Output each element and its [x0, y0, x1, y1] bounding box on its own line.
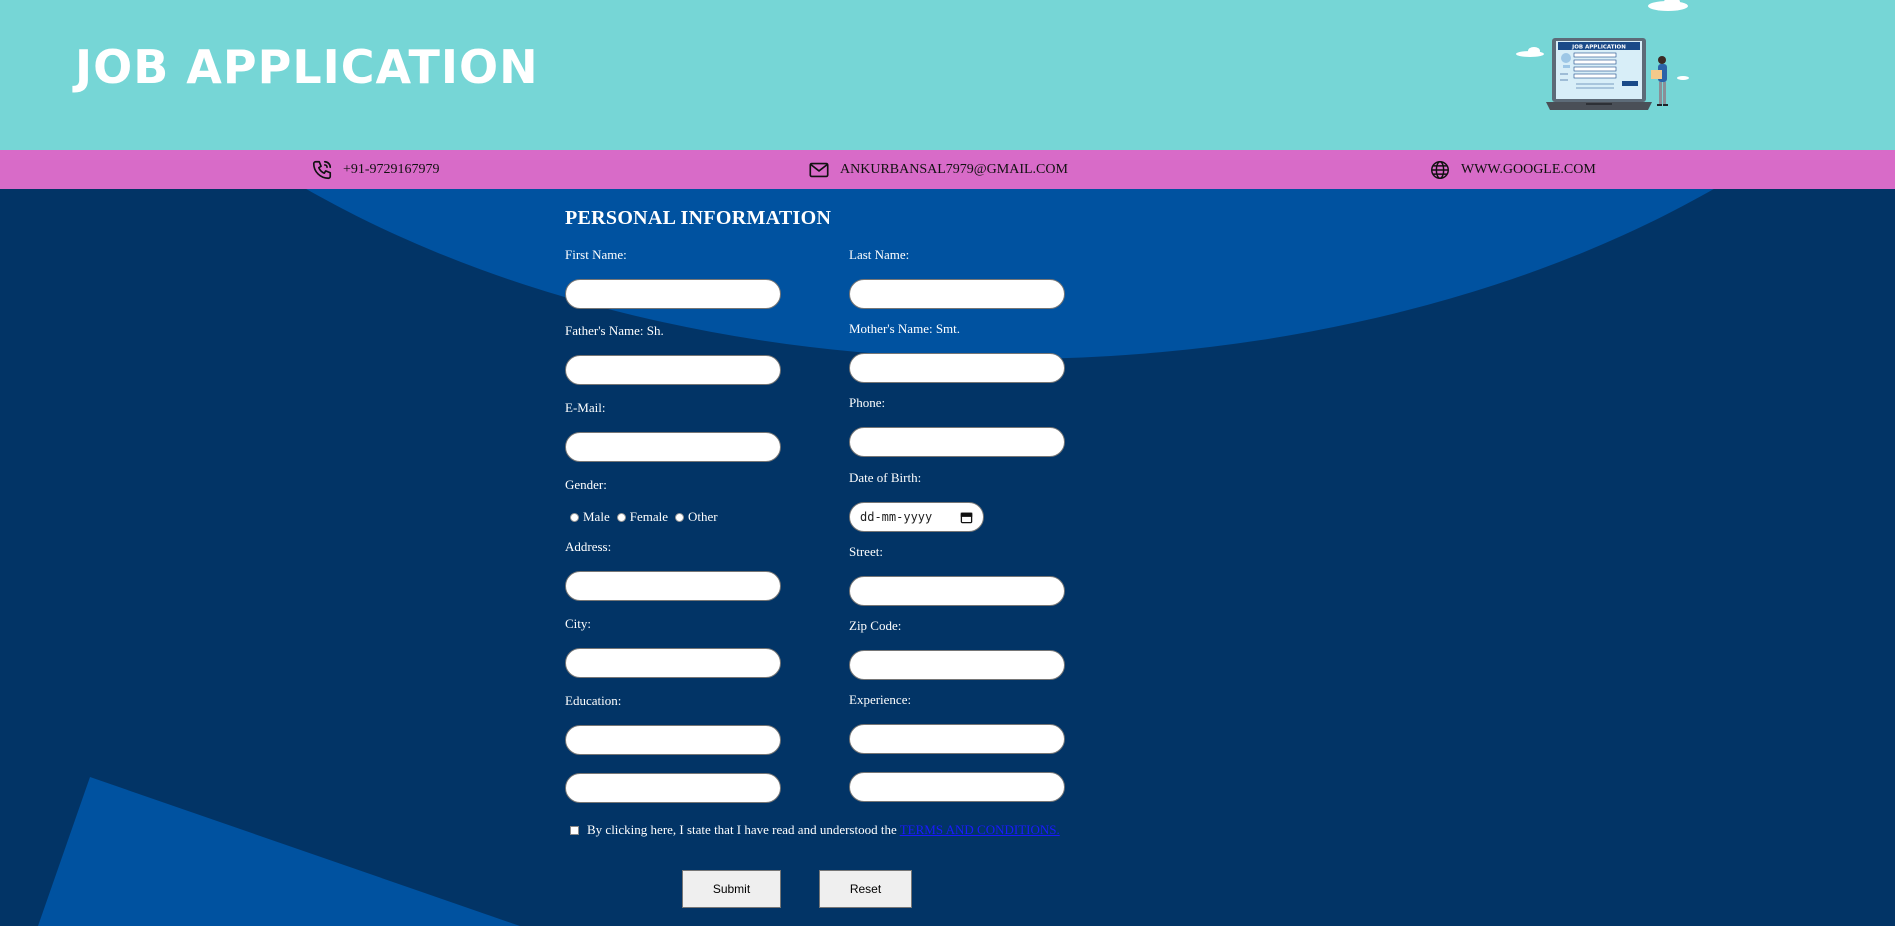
gender-other-radio[interactable]: Other — [674, 509, 718, 525]
website-url: WWW.GOOGLE.COM — [1461, 161, 1596, 177]
radio-circle-icon — [674, 512, 684, 522]
education-input-2[interactable] — [565, 773, 781, 803]
gender-label: Gender: — [565, 477, 607, 492]
first-name-label: First Name: — [565, 247, 627, 262]
contact-bar: +91-9729167979 ANKURBANSAL7979@GMAIL.COM… — [0, 150, 1895, 189]
address-input[interactable] — [565, 571, 781, 601]
gender-male-label: Male — [583, 509, 610, 524]
section-title: PERSONAL INFORMATION — [565, 207, 832, 229]
terms-row: By clicking here, I state that I have re… — [570, 822, 1060, 838]
last-name-input[interactable] — [849, 279, 1065, 309]
submit-button[interactable]: Submit — [682, 870, 781, 908]
zip-label: Zip Code: — [849, 618, 902, 633]
email-input[interactable] — [565, 432, 781, 462]
contact-email[interactable]: ANKURBANSAL7979@GMAIL.COM — [808, 150, 1068, 189]
first-name-input[interactable] — [565, 279, 781, 309]
gender-male-radio[interactable]: Male — [570, 509, 610, 525]
experience-label: Experience: — [849, 692, 912, 707]
address-label: Address: — [565, 539, 612, 554]
calendar-icon[interactable] — [960, 511, 973, 524]
education-input-1[interactable] — [565, 725, 781, 755]
father-name-label: Father's Name: Sh. — [565, 323, 664, 338]
gender-other-label: Other — [687, 509, 718, 524]
experience-input-1[interactable] — [849, 724, 1065, 754]
radio-circle-icon — [570, 512, 579, 522]
globe-icon — [1431, 160, 1449, 179]
svg-text:JOB APPLICATION: JOB APPLICATION — [1571, 45, 1626, 51]
email-address: ANKURBANSAL7979@GMAIL.COM — [840, 161, 1068, 177]
zip-input[interactable] — [849, 650, 1065, 680]
mother-name-input[interactable] — [849, 353, 1065, 383]
terms-text: By clicking here, I state that I have re… — [587, 822, 897, 837]
phone-label: Phone: — [849, 395, 886, 410]
last-name-label: Last Name: — [849, 247, 910, 262]
experience-input-2[interactable] — [849, 772, 1065, 802]
reset-button[interactable]: Reset — [819, 870, 912, 908]
dob-label: Date of Birth: — [849, 470, 922, 485]
dob-input[interactable]: dd-mm-yyyy — [849, 502, 984, 532]
street-label: Street: — [849, 544, 883, 559]
terms-checkbox[interactable] — [570, 825, 579, 835]
father-name-input[interactable] — [565, 355, 781, 385]
street-input[interactable] — [849, 576, 1065, 606]
page-title: JOB APPLICATION — [75, 40, 539, 94]
radio-circle-icon — [616, 512, 626, 522]
gender-options: Male Female Other — [570, 509, 725, 525]
gender-female-radio[interactable]: Female — [616, 509, 668, 525]
mail-icon — [809, 162, 829, 177]
contact-website[interactable]: WWW.GOOGLE.COM — [1429, 150, 1596, 189]
contact-phone[interactable]: +91-9729167979 — [311, 150, 440, 189]
application-form: PERSONAL INFORMATION First Name: Last Na… — [565, 189, 1085, 926]
phone-number: +91-9729167979 — [343, 161, 440, 177]
header: JOB APPLICATION JOB APPLICATION — [0, 0, 1895, 150]
education-label: Education: — [565, 693, 622, 708]
city-input[interactable] — [565, 648, 781, 678]
dob-placeholder: dd-mm-yyyy — [860, 510, 933, 524]
phone-icon — [312, 160, 332, 179]
terms-link[interactable]: TERMS AND CONDITIONS. — [900, 822, 1060, 838]
email-label: E-Mail: — [565, 400, 606, 415]
laptop-job-application-illustration: JOB APPLICATION — [1516, 0, 1689, 110]
city-label: City: — [565, 616, 592, 631]
phone-input[interactable] — [849, 427, 1065, 457]
gender-female-label: Female — [629, 509, 668, 524]
mother-name-label: Mother's Name: Smt. — [849, 321, 961, 336]
